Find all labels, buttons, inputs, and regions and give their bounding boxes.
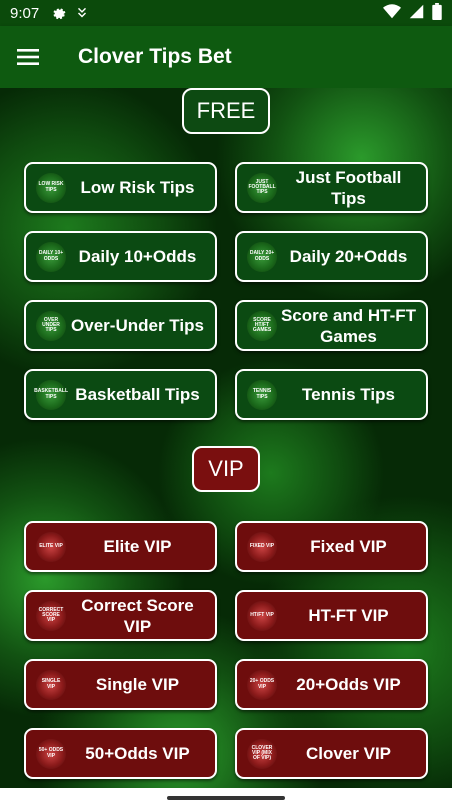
just-football-tips-icon: JUST FOOTBALL TIPS bbox=[247, 172, 277, 203]
correct-score-vip-icon: CORRECT SCORE VIP bbox=[36, 600, 66, 631]
button-label: 50+Odds VIP bbox=[85, 744, 190, 763]
vip-section-header: VIP bbox=[192, 446, 260, 492]
fixed-vip-icon: FIXED VIP bbox=[247, 531, 277, 562]
single-vip-icon: SINGLE VIP bbox=[36, 669, 66, 700]
button-label: Daily 20+Odds bbox=[289, 247, 408, 266]
status-bar: 9:07 bbox=[0, 0, 452, 26]
button-label: Elite VIP bbox=[103, 537, 172, 556]
single-vip-button[interactable]: SINGLE VIP Single VIP bbox=[24, 659, 217, 710]
daily-20-odds-button[interactable]: DAILY 20+ ODDS Daily 20+Odds bbox=[235, 231, 428, 282]
wifi-icon bbox=[383, 3, 401, 23]
status-time: 9:07 bbox=[10, 4, 40, 22]
app-title: Clover Tips Bet bbox=[78, 45, 232, 68]
elite-vip-icon: ELITE VIP bbox=[36, 531, 66, 562]
correct-score-vip-button[interactable]: CORRECT SCORE VIP Correct Score VIP bbox=[24, 590, 217, 641]
basketball-tips-icon: BASKETBALL TIPS bbox=[34, 379, 68, 410]
button-label: Over-Under Tips bbox=[71, 316, 204, 335]
button-label: Basketball Tips bbox=[75, 385, 200, 404]
20-odds-vip-icon: 20+ ODDS VIP bbox=[247, 669, 277, 700]
button-label: Tennis Tips bbox=[302, 385, 395, 404]
gesture-nav-bar bbox=[0, 788, 452, 808]
button-label: 20+Odds VIP bbox=[296, 675, 401, 694]
button-label: Score and HT-FT Games bbox=[280, 305, 417, 346]
tennis-tips-button[interactable]: TENNIS TIPS Tennis Tips bbox=[235, 369, 428, 420]
daily-20-odds-icon: DAILY 20+ ODDS bbox=[247, 241, 277, 272]
button-label: HT-FT VIP bbox=[308, 606, 389, 625]
clover-vip-button[interactable]: CLOVER VIP (MIX OF VIP) Clover VIP bbox=[235, 728, 428, 779]
download-notification-icon bbox=[73, 4, 91, 22]
free-section-header: FREE bbox=[182, 88, 270, 134]
button-label: Single VIP bbox=[95, 675, 180, 694]
just-football-tips-button[interactable]: JUST FOOTBALL TIPS Just Football Tips bbox=[235, 162, 428, 213]
app-bar: Clover Tips Bet bbox=[0, 26, 452, 88]
20-odds-vip-button[interactable]: 20+ ODDS VIP 20+Odds VIP bbox=[235, 659, 428, 710]
50-odds-vip-button[interactable]: 50+ ODDS VIP 50+Odds VIP bbox=[24, 728, 217, 779]
daily-10-odds-icon: DAILY 10+ ODDS bbox=[36, 241, 66, 272]
score-ht-ft-games-button[interactable]: SCORE HT/FT GAMES Score and HT-FT Games bbox=[235, 300, 428, 351]
button-label: Just Football Tips bbox=[295, 167, 402, 208]
button-label: Low Risk Tips bbox=[80, 178, 195, 197]
over-under-tips-button[interactable]: OVER UNDER TIPS Over-Under Tips bbox=[24, 300, 217, 351]
button-label: Correct Score VIP bbox=[81, 595, 194, 636]
basketball-tips-button[interactable]: BASKETBALL TIPS Basketball Tips bbox=[24, 369, 217, 420]
button-label: Fixed VIP bbox=[310, 537, 387, 556]
cellular-signal-icon bbox=[409, 4, 424, 23]
hamburger-menu-icon[interactable] bbox=[0, 29, 56, 85]
battery-icon bbox=[432, 2, 442, 24]
clover-vip-icon: CLOVER VIP (MIX OF VIP) bbox=[247, 738, 277, 769]
settings-gear-icon bbox=[49, 4, 67, 22]
score-ht-ft-games-icon: SCORE HT/FT GAMES bbox=[247, 310, 277, 341]
ht-ft-vip-icon: HT/FT VIP bbox=[247, 600, 277, 631]
main-content: FREE LOW RISK TIPS Low Risk Tips JUST FO… bbox=[0, 88, 452, 788]
button-label: Clover VIP bbox=[305, 744, 392, 763]
ht-ft-vip-button[interactable]: HT/FT VIP HT-FT VIP bbox=[235, 590, 428, 641]
low-risk-tips-button[interactable]: LOW RISK TIPS Low Risk Tips bbox=[24, 162, 217, 213]
50-odds-vip-icon: 50+ ODDS VIP bbox=[36, 738, 66, 769]
home-gesture-handle[interactable] bbox=[167, 796, 285, 800]
fixed-vip-button[interactable]: FIXED VIP Fixed VIP bbox=[235, 521, 428, 572]
daily-10-odds-button[interactable]: DAILY 10+ ODDS Daily 10+Odds bbox=[24, 231, 217, 282]
low-risk-tips-icon: LOW RISK TIPS bbox=[36, 172, 66, 203]
over-under-tips-icon: OVER UNDER TIPS bbox=[36, 310, 66, 341]
elite-vip-button[interactable]: ELITE VIP Elite VIP bbox=[24, 521, 217, 572]
button-label: Daily 10+Odds bbox=[78, 247, 197, 266]
tennis-tips-icon: TENNIS TIPS bbox=[247, 379, 277, 410]
